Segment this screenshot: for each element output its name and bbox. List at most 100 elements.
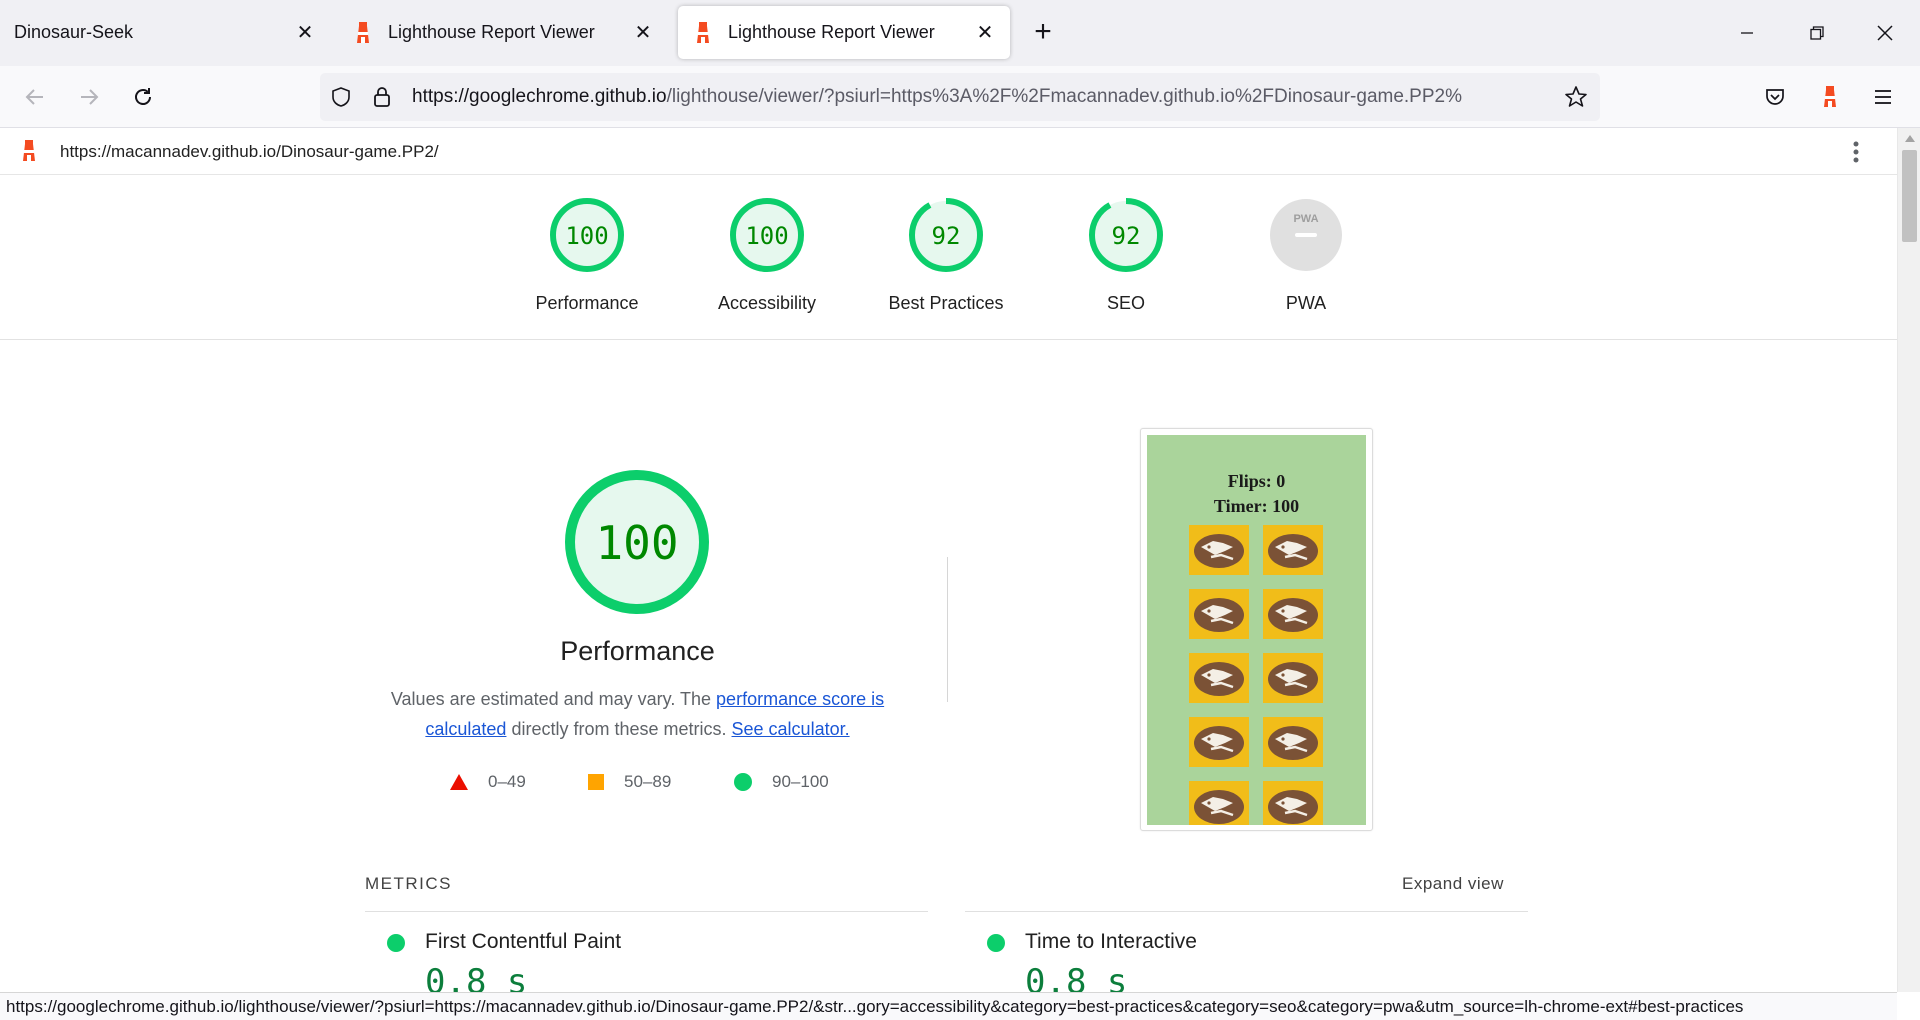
legend-average-label: 50–89	[624, 772, 672, 791]
url-text: https://googlechrome.github.io/lighthous…	[412, 86, 1542, 108]
gauge-seo[interactable]: 92 SEO	[1046, 195, 1206, 314]
pass-circle-icon	[987, 934, 1005, 952]
close-tab-icon[interactable]: ✕	[974, 22, 996, 44]
performance-score-gauge: 100	[565, 470, 709, 614]
performance-score-value: 100	[595, 516, 678, 570]
category-scores-header: 100 Performance 100 Accessibility 92 Bes…	[0, 175, 1897, 340]
tab-dinosaur-seek[interactable]: Dinosaur-Seek ✕	[0, 6, 330, 59]
dinosaur-fossil-icon	[1268, 598, 1318, 632]
dinosaur-fossil-icon	[1194, 598, 1244, 632]
memory-card	[1263, 781, 1323, 825]
score-ring: 92	[1089, 198, 1163, 272]
tab-lighthouse-1[interactable]: Lighthouse Report Viewer ✕	[338, 6, 668, 59]
tab-lighthouse-active[interactable]: Lighthouse Report Viewer ✕	[678, 6, 1010, 59]
restore-button[interactable]	[1800, 16, 1834, 50]
gauge-accessibility[interactable]: 100 Accessibility	[687, 195, 847, 314]
back-arrow-icon	[25, 89, 43, 105]
dinosaur-fossil-icon	[1268, 534, 1318, 568]
lighthouse-extension-icon	[1824, 86, 1836, 107]
timer-text: Timer: 100	[1213, 496, 1300, 516]
legend-pass-label: 90–100	[772, 772, 829, 791]
dinosaur-fossil-icon	[1268, 726, 1318, 760]
tab-title: Dinosaur-Seek	[14, 22, 134, 42]
score-value: 92	[932, 222, 961, 250]
performance-description: Values are estimated and may vary. The p…	[375, 684, 900, 744]
app-menu-button[interactable]	[1866, 80, 1900, 114]
memory-card	[1263, 653, 1323, 703]
close-tab-icon[interactable]: ✕	[632, 22, 654, 44]
report-url-link[interactable]: https://macannadev.github.io/Dinosaur-ga…	[60, 142, 439, 162]
score-ring: 100	[550, 198, 624, 272]
gauge-performance[interactable]: 100 Performance	[507, 195, 667, 314]
lighthouse-favicon-icon	[697, 21, 709, 43]
section-divider	[947, 557, 948, 702]
score-ring: 92	[909, 198, 983, 272]
category-label: PWA	[1285, 293, 1327, 313]
see-calculator-link[interactable]: See calculator.	[732, 719, 850, 739]
pocket-button[interactable]	[1758, 80, 1792, 114]
new-tab-button[interactable]: +	[1028, 17, 1058, 48]
score-value: 92	[1112, 222, 1141, 250]
screenshot-text: Flips: 0 Timer: 100	[1147, 469, 1366, 519]
metric-title: First Contentful Paint	[425, 930, 622, 953]
tab-title: Lighthouse Report Viewer	[728, 22, 935, 42]
minimize-icon	[1741, 32, 1753, 34]
back-button[interactable]	[18, 80, 52, 114]
minimize-button[interactable]	[1730, 16, 1764, 50]
tab-title: Lighthouse Report Viewer	[388, 22, 595, 42]
lock-icon[interactable]	[372, 85, 392, 109]
close-tab-icon[interactable]: ✕	[294, 22, 316, 44]
memory-card	[1189, 525, 1249, 575]
forward-button[interactable]	[72, 80, 106, 114]
desc-text: Values are estimated and may vary. The	[390, 689, 717, 709]
reload-button[interactable]	[126, 80, 160, 114]
hamburger-menu-icon	[1875, 90, 1891, 104]
scroll-up-icon[interactable]	[1904, 134, 1916, 144]
url-host: https://googlechrome.github.io	[412, 86, 667, 107]
average-square-icon	[588, 774, 604, 790]
url-path: /lighthouse/viewer/?psiurl=https%3A%2F%2…	[666, 86, 1462, 107]
bookmark-star-icon[interactable]	[1564, 85, 1588, 109]
address-bar[interactable]: https://googlechrome.github.io/lighthous…	[320, 73, 1600, 121]
memory-card	[1189, 653, 1249, 703]
final-screenshot[interactable]: Flips: 0 Timer: 100	[1140, 428, 1373, 831]
dinosaur-fossil-icon	[1194, 726, 1244, 760]
pocket-icon	[1766, 89, 1784, 105]
metric-title: Time to Interactive	[1025, 930, 1197, 953]
desc-text: directly from these metrics.	[506, 719, 732, 739]
dinosaur-fossil-icon	[1194, 662, 1244, 696]
expand-view-button[interactable]: Expand view	[1402, 874, 1504, 894]
shield-icon[interactable]	[330, 86, 352, 108]
gauge-pwa[interactable]: PWA PWA	[1226, 195, 1386, 314]
gauge-best-practices[interactable]: 92 Best Practices	[866, 195, 1026, 314]
dinosaur-fossil-icon	[1194, 790, 1244, 824]
memory-card	[1189, 589, 1249, 639]
legend-average: 50–89	[588, 772, 671, 792]
category-label: Accessibility	[717, 293, 817, 313]
lighthouse-extension-button[interactable]	[1813, 80, 1847, 114]
lighthouse-favicon-icon	[357, 21, 369, 43]
reload-icon	[135, 88, 151, 105]
status-bar-link-preview: https://googlechrome.github.io/lighthous…	[0, 992, 1897, 1020]
metrics-rule	[965, 911, 1528, 912]
memory-card	[1189, 717, 1249, 767]
pwa-badge-icon: PWA	[1270, 199, 1342, 271]
score-value: 100	[565, 222, 608, 250]
screenshot-image: Flips: 0 Timer: 100	[1147, 435, 1366, 825]
legend-fail-label: 0–49	[488, 772, 526, 791]
memory-card	[1263, 717, 1323, 767]
category-label: Performance	[535, 293, 639, 313]
score-ring: 100	[730, 198, 804, 272]
restore-icon	[1810, 26, 1824, 40]
close-window-button[interactable]	[1868, 16, 1902, 50]
page-scrollbar[interactable]	[1897, 128, 1920, 992]
fail-triangle-icon	[450, 774, 468, 790]
scrollbar-thumb[interactable]	[1902, 150, 1917, 242]
pass-circle-icon	[387, 934, 405, 952]
pass-circle-icon	[734, 773, 752, 791]
category-label: Best Practices	[888, 293, 1004, 313]
more-options-icon[interactable]	[1845, 139, 1867, 165]
memory-card	[1263, 589, 1323, 639]
navigation-bar: https://googlechrome.github.io/lighthous…	[0, 66, 1920, 128]
dinosaur-fossil-icon	[1268, 790, 1318, 824]
